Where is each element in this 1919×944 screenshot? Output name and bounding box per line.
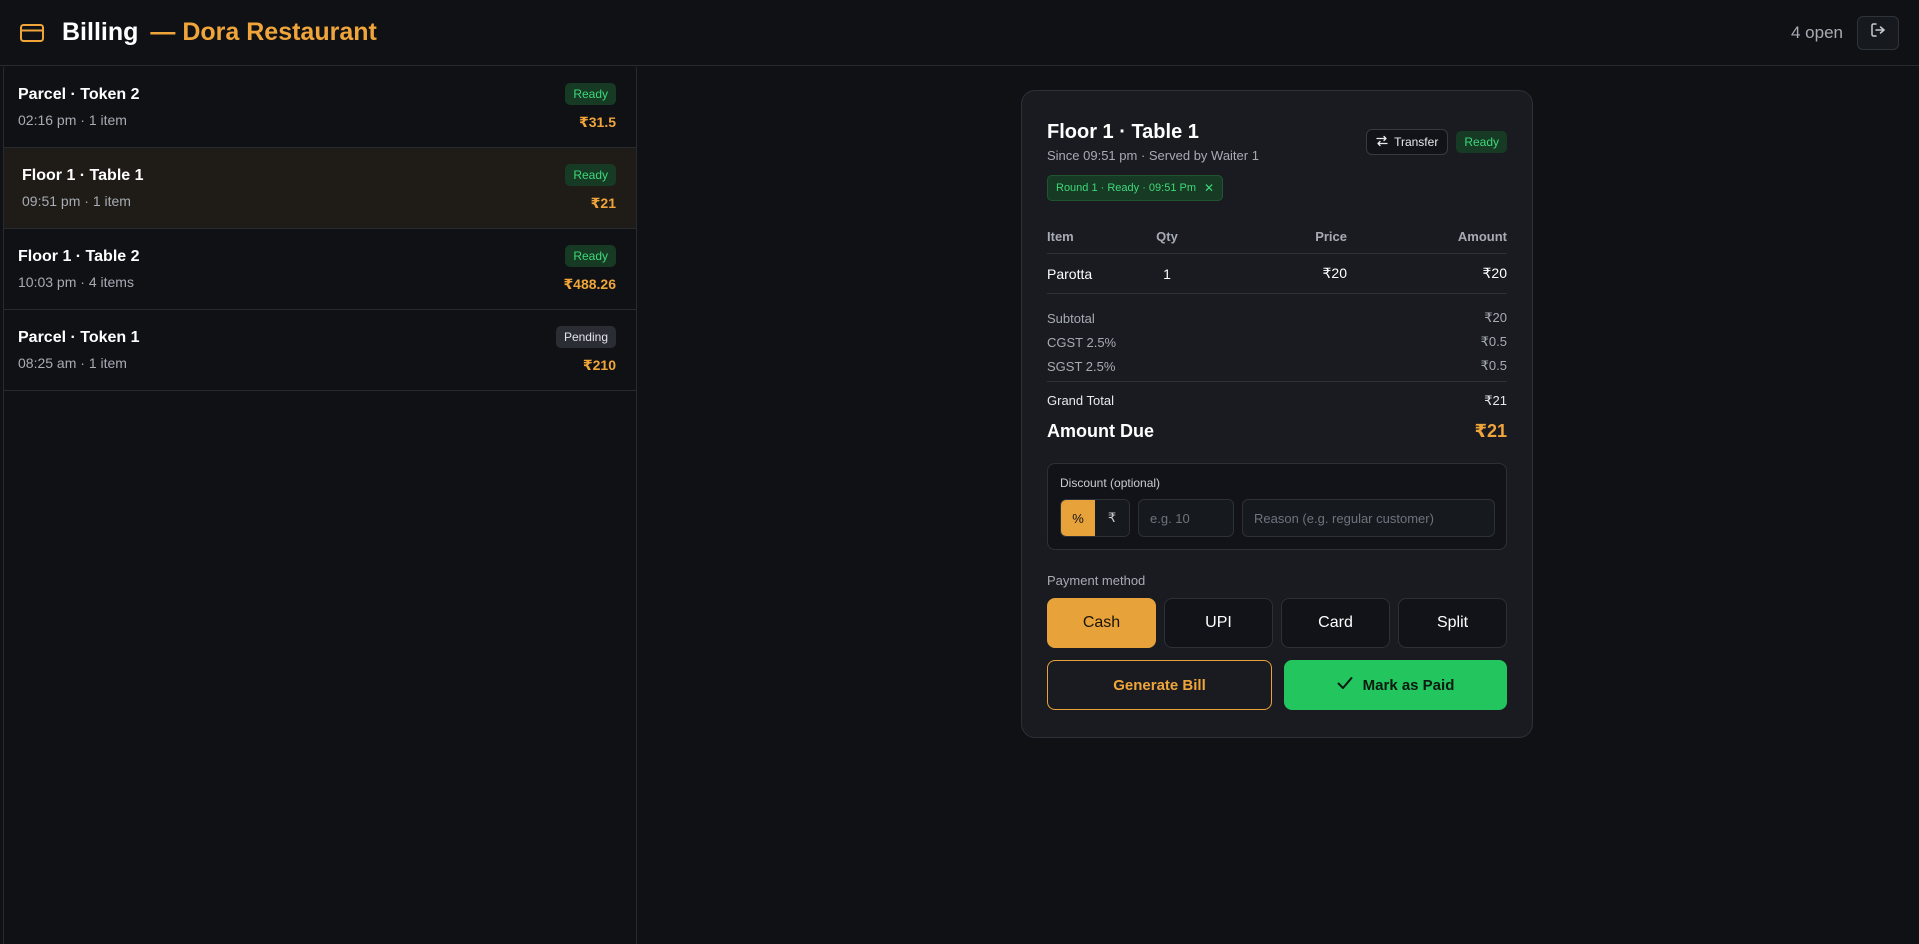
page-title: Billing xyxy=(62,18,139,46)
sgst-line: SGST 2.5% ₹0.5 xyxy=(1047,354,1507,378)
header-actions: 4 open xyxy=(1791,15,1899,50)
item-qty: 1 xyxy=(1107,253,1227,294)
order-amount: ₹210 xyxy=(582,357,616,373)
order-row-selected[interactable]: Floor 1 · Table 1 09:51 pm · 1 item Read… xyxy=(4,148,636,229)
bill-actions: Generate Bill Mark as Paid xyxy=(1047,660,1507,710)
round-chip-label: Round 1 · Ready · 09:51 Pm xyxy=(1056,182,1197,194)
cgst-label: CGST 2.5% xyxy=(1047,334,1117,350)
col-price: Price xyxy=(1227,221,1347,254)
bill-header-actions: Transfer Ready xyxy=(1366,129,1507,155)
table-row: Parotta 1 ₹20 ₹20 xyxy=(1047,253,1507,294)
payment-method-label: Payment method xyxy=(1047,573,1146,588)
order-row[interactable]: Parcel · Token 1 08:25 am · 1 item Pendi… xyxy=(4,310,636,391)
percent-toggle[interactable]: % xyxy=(1061,500,1095,536)
order-name: Floor 1 · Table 1 xyxy=(22,167,144,184)
order-name: Parcel · Token 2 xyxy=(18,86,140,103)
status-badge: Ready xyxy=(565,164,616,186)
close-icon[interactable]: ✕ xyxy=(1204,181,1214,195)
amount-due-label: Amount Due xyxy=(1047,421,1154,441)
payment-card-button[interactable]: Card xyxy=(1281,598,1390,648)
item-name: Parotta xyxy=(1047,253,1107,294)
sgst-label: SGST 2.5% xyxy=(1047,358,1116,374)
item-amount: ₹20 xyxy=(1347,253,1507,294)
order-name: Parcel · Token 1 xyxy=(18,329,140,346)
grand-total-value: ₹21 xyxy=(1484,392,1507,408)
payment-cash-button[interactable]: Cash xyxy=(1047,598,1156,648)
card-icon xyxy=(20,22,48,44)
transfer-button[interactable]: Transfer xyxy=(1366,129,1449,155)
transfer-icon xyxy=(1376,135,1388,150)
mark-as-paid-button[interactable]: Mark as Paid xyxy=(1284,660,1507,710)
order-row[interactable]: Parcel · Token 2 02:16 pm · 1 item Ready… xyxy=(4,67,636,148)
discount-value-input[interactable] xyxy=(1138,499,1234,537)
bill-header: Floor 1 · Table 1 Since 09:51 pm · Serve… xyxy=(1047,91,1507,201)
subtotal-label: Subtotal xyxy=(1047,310,1095,326)
col-qty: Qty xyxy=(1107,221,1227,254)
order-amount: ₹31.5 xyxy=(579,114,616,130)
status-badge: Ready xyxy=(565,245,616,267)
totals: Subtotal ₹20 CGST 2.5% ₹0.5 SGST 2.5% ₹0… xyxy=(1047,306,1507,413)
bill-status-badge: Ready xyxy=(1456,131,1507,153)
subtotal-line: Subtotal ₹20 xyxy=(1047,306,1507,330)
cgst-line: CGST 2.5% ₹0.5 xyxy=(1047,330,1507,354)
order-amount: ₹21 xyxy=(590,195,616,211)
bill-card: Floor 1 · Table 1 Since 09:51 pm · Serve… xyxy=(1021,90,1533,738)
table-header-row: Item Qty Price Amount xyxy=(1047,221,1507,254)
amount-due: Amount Due ₹21 xyxy=(1047,421,1507,442)
sgst-value: ₹0.5 xyxy=(1480,358,1507,373)
mark-as-paid-label: Mark as Paid xyxy=(1362,676,1455,694)
billing-app: Billing — Dora Restaurant 4 open Parcel … xyxy=(0,0,1919,944)
payment-method-group: Cash UPI Card Split xyxy=(1047,598,1507,648)
order-meta: 10:03 pm · 4 items xyxy=(18,274,134,290)
order-meta: 09:51 pm · 1 item xyxy=(22,193,131,209)
status-badge: Ready xyxy=(565,83,616,105)
order-list: Parcel · Token 2 02:16 pm · 1 item Ready… xyxy=(3,67,637,944)
grand-total-line: Grand Total ₹21 xyxy=(1047,381,1507,413)
col-item: Item xyxy=(1047,221,1107,254)
round-chip: Round 1 · Ready · 09:51 Pm ✕ xyxy=(1047,175,1224,201)
order-row[interactable]: Floor 1 · Table 2 10:03 pm · 4 items Rea… xyxy=(4,229,636,310)
order-meta: 02:16 pm · 1 item xyxy=(18,112,127,128)
subtotal-value: ₹20 xyxy=(1484,310,1507,325)
generate-bill-button[interactable]: Generate Bill xyxy=(1047,660,1272,710)
rupee-toggle[interactable]: ₹ xyxy=(1095,500,1129,536)
order-name: Floor 1 · Table 2 xyxy=(18,248,140,265)
transfer-label: Transfer xyxy=(1394,135,1439,149)
status-badge: Pending xyxy=(555,326,616,348)
discount-label: Discount (optional) xyxy=(1060,476,1161,490)
grand-total-label: Grand Total xyxy=(1047,393,1114,408)
item-price: ₹20 xyxy=(1227,253,1347,294)
check-icon xyxy=(1337,676,1353,694)
discount-panel: Discount (optional) % ₹ xyxy=(1047,463,1507,550)
col-amount: Amount xyxy=(1347,221,1507,254)
logout-icon xyxy=(1870,22,1886,43)
restaurant-name: — Dora Restaurant xyxy=(150,18,377,46)
order-amount: ₹488.26 xyxy=(563,276,616,292)
items-table: Item Qty Price Amount Parotta 1 ₹20 ₹20 xyxy=(1047,221,1507,294)
cgst-value: ₹0.5 xyxy=(1480,334,1507,349)
payment-upi-button[interactable]: UPI xyxy=(1164,598,1273,648)
amount-due-value: ₹21 xyxy=(1474,421,1507,441)
top-bar: Billing — Dora Restaurant 4 open xyxy=(0,0,1919,66)
order-meta: 08:25 am · 1 item xyxy=(18,355,127,371)
payment-split-button[interactable]: Split xyxy=(1398,598,1507,648)
open-orders-count: 4 open xyxy=(1791,22,1843,42)
discount-reason-input[interactable] xyxy=(1242,499,1495,537)
logout-button[interactable] xyxy=(1857,15,1899,50)
discount-mode-toggle: % ₹ xyxy=(1060,499,1130,537)
